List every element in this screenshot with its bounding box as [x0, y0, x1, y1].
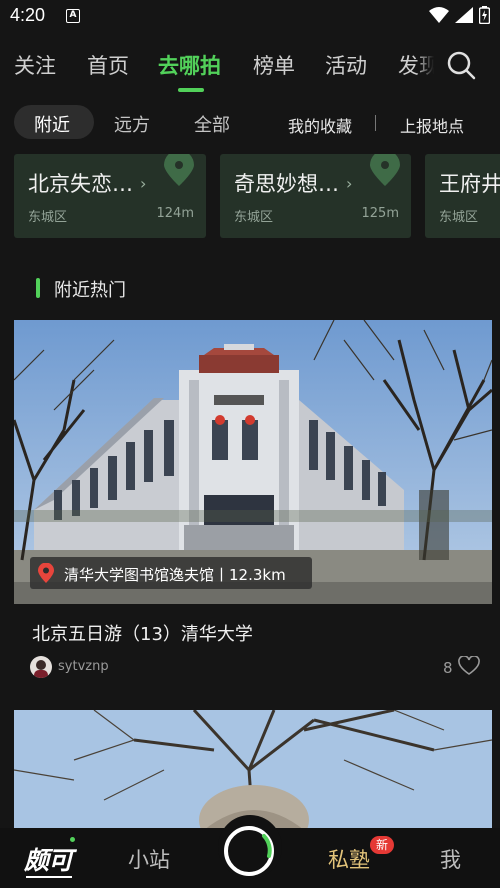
place-card[interactable]: 王府井 东城区 — [425, 154, 500, 238]
nav-station[interactable]: 小站 — [128, 844, 170, 874]
location-text: 清华大学图书馆逸夫馆丨12.3km — [64, 566, 286, 584]
chevron-right-icon: › — [346, 174, 353, 193]
tab-where-to-shoot[interactable]: 去哪拍 — [158, 50, 221, 80]
tab-rankings[interactable]: 榜单 — [253, 50, 295, 80]
logo-dot — [70, 837, 75, 842]
tab-discover[interactable]: 发现 — [398, 50, 434, 80]
active-nav-underline — [26, 876, 72, 878]
report-location-link[interactable]: 上报地点 — [400, 113, 464, 137]
like-count: 8 — [443, 659, 453, 677]
notification-icon: A — [66, 9, 80, 23]
place-title: 奇思妙想… — [234, 172, 339, 196]
section-accent-bar — [36, 278, 40, 298]
place-district: 东城区 — [28, 210, 68, 225]
place-card[interactable]: 北京失恋… › 东城区 124m — [14, 154, 206, 238]
sub-tab-bar: 附近 远方 全部 我的收藏 上报地点 — [0, 104, 500, 142]
place-title: 王府井 — [439, 172, 500, 196]
wifi-icon — [429, 7, 449, 23]
new-badge: 新 — [370, 836, 394, 854]
signal-icon — [455, 7, 473, 23]
place-distance: 124m — [156, 206, 194, 221]
place-title: 北京失恋… — [28, 172, 133, 196]
map-pin-icon — [164, 154, 194, 186]
avatar[interactable] — [30, 656, 52, 678]
status-time: 4:20 — [10, 5, 46, 25]
search-icon[interactable] — [446, 50, 476, 80]
heart-icon[interactable] — [458, 656, 480, 676]
location-pin-icon — [38, 563, 54, 583]
author-name[interactable]: sytvznp — [58, 659, 109, 674]
chevron-right-icon: › — [140, 174, 147, 193]
tab-home[interactable]: 首页 — [87, 50, 129, 80]
subtab-far[interactable]: 远方 — [114, 111, 150, 137]
place-district: 东城区 — [234, 210, 274, 225]
section-title: 附近热门 — [54, 280, 126, 301]
app-logo-tab[interactable]: 颇可 — [24, 841, 73, 877]
nav-private-school[interactable]: 私塾 — [328, 844, 370, 874]
place-district: 东城区 — [439, 210, 479, 225]
subtab-all[interactable]: 全部 — [194, 111, 230, 137]
location-tag[interactable]: 清华大学图书馆逸夫馆丨12.3km — [30, 557, 312, 589]
tab-follow[interactable]: 关注 — [14, 50, 56, 80]
tab-activities[interactable]: 活动 — [325, 50, 367, 80]
battery-icon — [479, 6, 490, 24]
subtab-nearby[interactable]: 附近 — [34, 111, 70, 137]
active-tab-indicator — [178, 88, 204, 92]
place-distance: 125m — [361, 206, 399, 221]
map-pin-icon — [370, 154, 400, 186]
top-tab-bar: 关注 首页 去哪拍 榜单 活动 发现 — [0, 44, 500, 92]
nav-me[interactable]: 我 — [440, 844, 461, 874]
place-card[interactable]: 奇思妙想… › 东城区 125m — [220, 154, 411, 238]
subnav-divider — [375, 115, 376, 131]
status-bar: 4:20 A — [0, 0, 500, 34]
post-title[interactable]: 北京五日游（13）清华大学 — [32, 620, 253, 646]
my-favorites-link[interactable]: 我的收藏 — [288, 113, 352, 137]
camera-icon — [262, 834, 272, 858]
